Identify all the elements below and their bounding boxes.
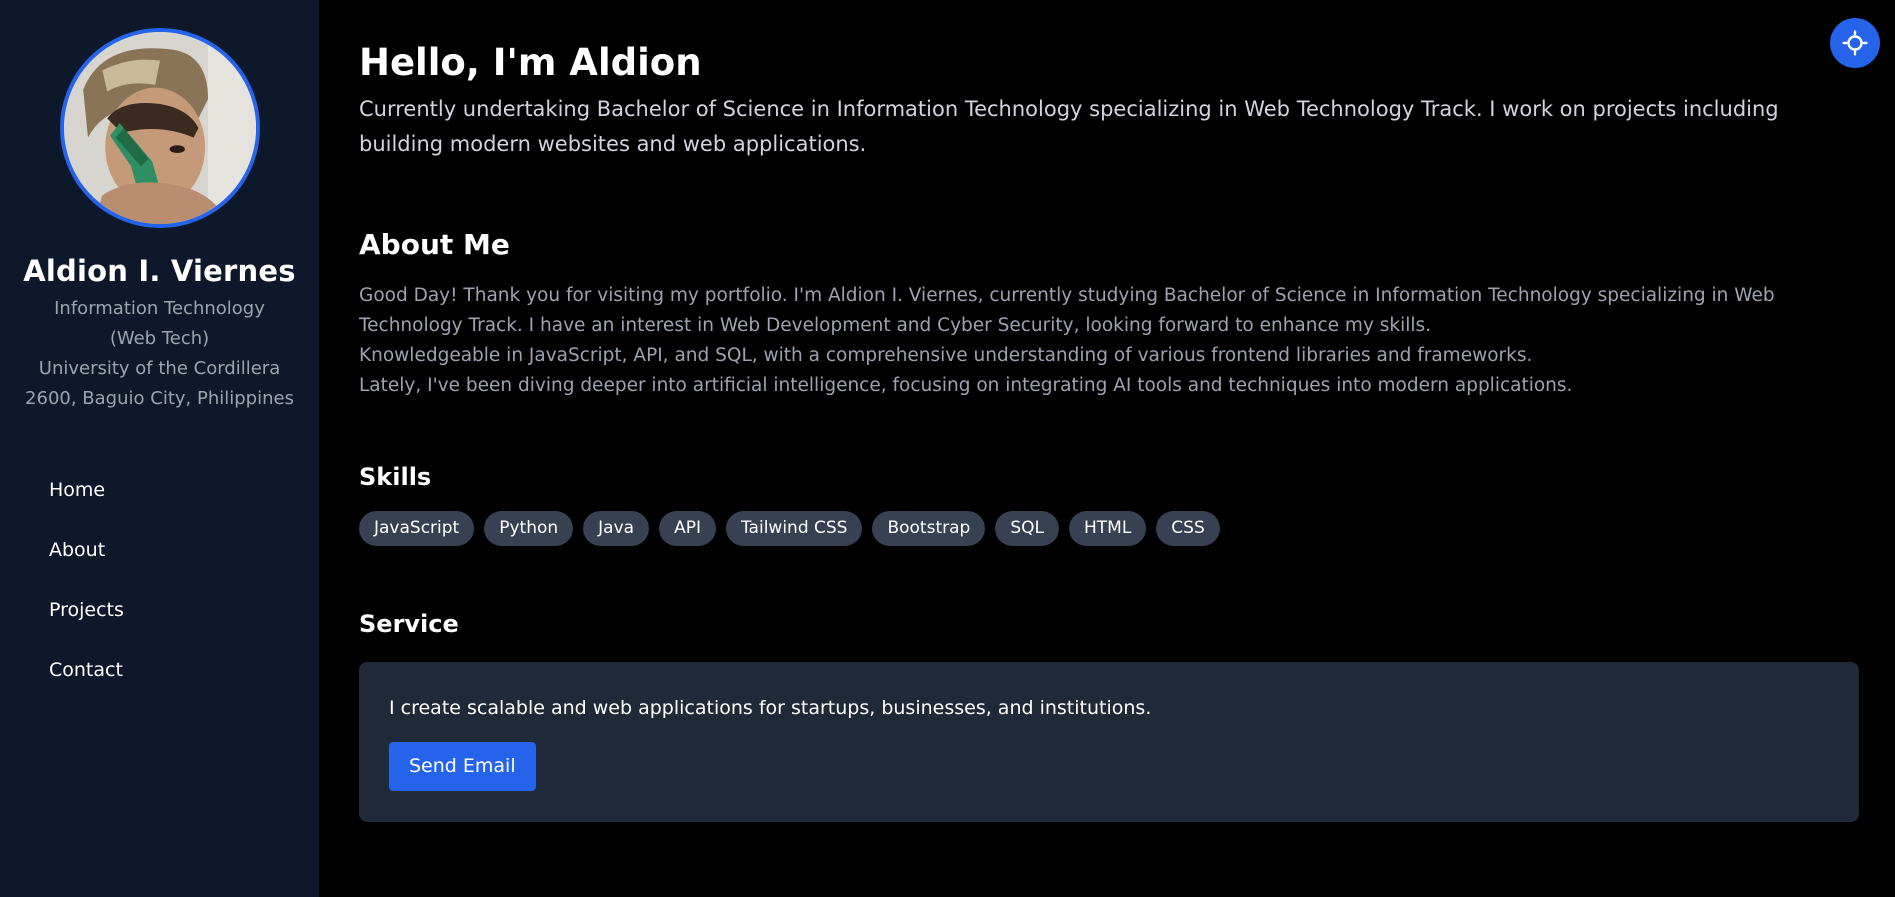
hero-title: Hello, I'm Aldion xyxy=(359,41,702,84)
sidebar-nav: Home About Projects Contact xyxy=(0,478,319,718)
skill-chip: Python xyxy=(484,511,574,546)
skill-chip: Tailwind CSS xyxy=(725,511,863,546)
profile-location: 2600, Baguio City, Philippines xyxy=(25,388,294,409)
about-paragraph: Knowledgeable in JavaScript, API, and SQ… xyxy=(359,345,1533,366)
sidebar: Aldion I. Viernes Information Technology… xyxy=(0,0,319,897)
about-text: Good Day! Thank you for visiting my port… xyxy=(359,281,1849,401)
profile-track: (Web Tech) xyxy=(109,328,210,349)
skills-title: Skills xyxy=(359,463,432,491)
skills-list: JavaScript Python Java API Tailwind CSS … xyxy=(359,511,1859,546)
service-card: I create scalable and web applications f… xyxy=(359,662,1859,822)
nav-item-projects[interactable]: Projects xyxy=(49,598,319,658)
nav-item-contact[interactable]: Contact xyxy=(49,658,319,718)
nav-item-home[interactable]: Home xyxy=(49,478,319,538)
hero-description: Currently undertaking Bachelor of Scienc… xyxy=(359,97,1779,156)
about-paragraph: Good Day! Thank you for visiting my port… xyxy=(359,285,1775,336)
skill-chip: Java xyxy=(583,511,650,546)
sun-icon xyxy=(1842,30,1868,56)
nav-item-about[interactable]: About xyxy=(49,538,319,598)
send-email-button[interactable]: Send Email xyxy=(389,742,536,791)
theme-toggle-button[interactable] xyxy=(1830,18,1880,68)
skill-chip: CSS xyxy=(1156,511,1220,546)
skill-chip: HTML xyxy=(1068,511,1147,546)
profile-details: Information Technology (Web Tech) Univer… xyxy=(0,294,319,414)
skill-chip: JavaScript xyxy=(359,511,475,546)
avatar xyxy=(59,28,260,228)
main-content: Hello, I'm Aldion Currently undertaking … xyxy=(319,0,1895,897)
about-title: About Me xyxy=(359,228,510,261)
skill-chip: Bootstrap xyxy=(872,511,986,546)
profile-university: University of the Cordillera xyxy=(38,358,281,379)
service-text: I create scalable and web applications f… xyxy=(389,697,1152,719)
skill-chip: SQL xyxy=(995,511,1059,546)
about-paragraph: Lately, I've been diving deeper into art… xyxy=(359,375,1573,396)
profile-name: Aldion I. Viernes xyxy=(23,254,296,288)
service-title: Service xyxy=(359,610,459,638)
skill-chip: API xyxy=(659,511,716,546)
profile-program: Information Technology xyxy=(54,298,265,319)
avatar-photo xyxy=(63,32,256,224)
page-layout: Aldion I. Viernes Information Technology… xyxy=(0,0,1895,897)
